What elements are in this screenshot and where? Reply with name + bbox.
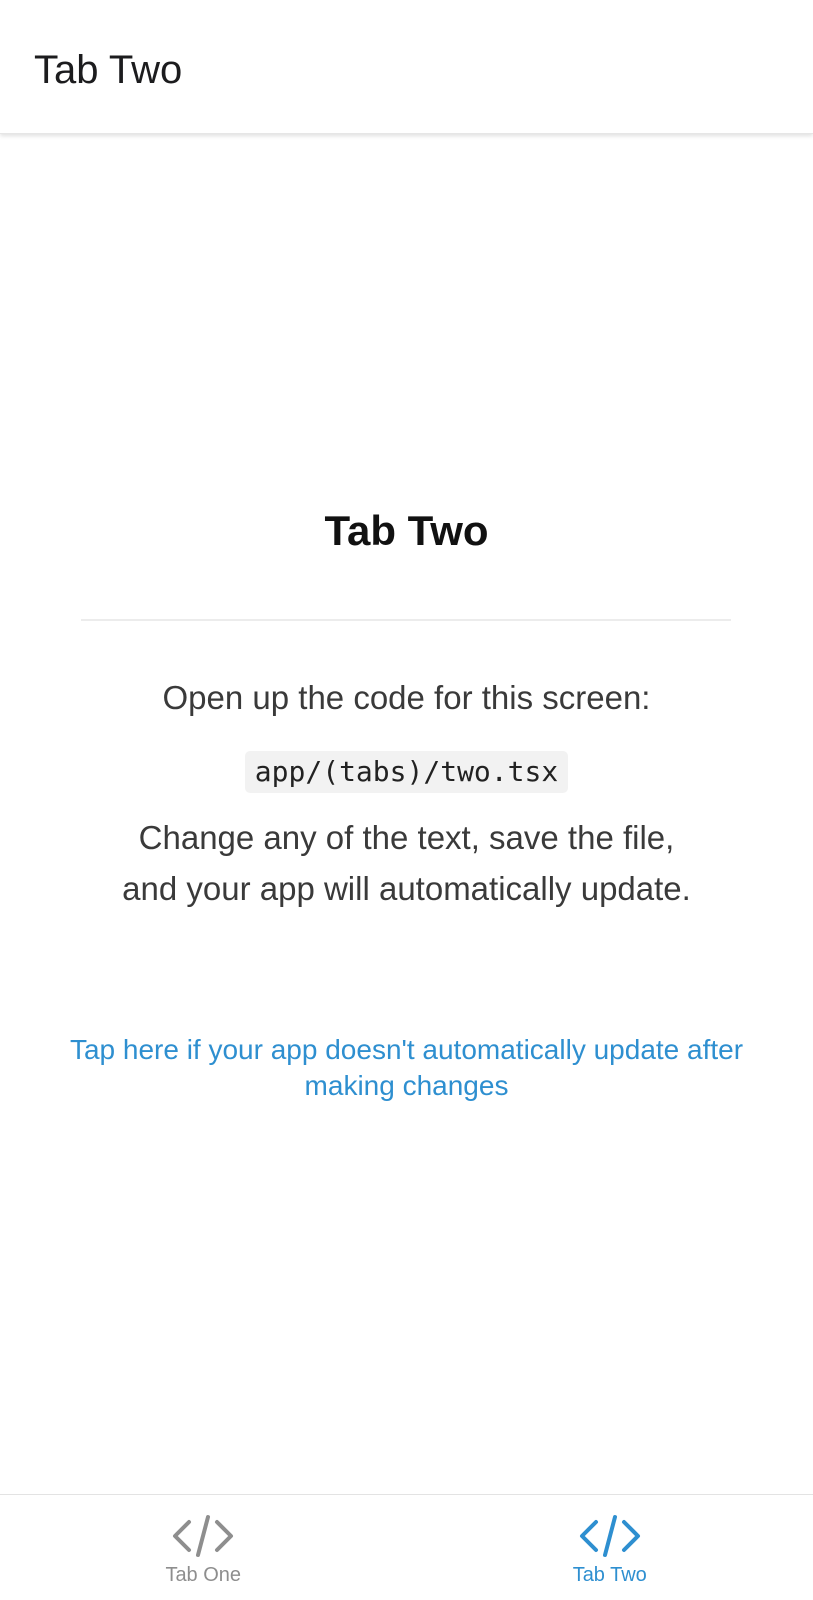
tab-two-label: Tab Two xyxy=(572,1564,647,1586)
tab-two[interactable]: Tab Two xyxy=(407,1495,813,1600)
code-icon xyxy=(578,1513,642,1559)
description-text: Change any of the text, save the file, a… xyxy=(122,819,691,907)
header-title: Tab Two xyxy=(34,48,183,92)
code-icon xyxy=(171,1513,235,1559)
code-path-container: app/(tabs)/two.tsx xyxy=(0,751,813,793)
main-content: Tab Two Open up the code for this screen… xyxy=(0,134,813,1494)
separator xyxy=(81,619,731,621)
page-title: Tab Two xyxy=(324,507,489,554)
tab-one-label: Tab One xyxy=(165,1564,242,1586)
code-path: app/(tabs)/two.tsx xyxy=(244,751,569,793)
intro-text: Open up the code for this screen: xyxy=(162,679,651,716)
help-link[interactable]: Tap here if your app doesn't automatical… xyxy=(30,1032,783,1104)
app-screen: Tab Two Tab Two Open up the code for thi… xyxy=(0,0,813,1600)
navigation-header: Tab Two xyxy=(0,0,813,134)
tab-bar: Tab One Tab Two xyxy=(0,1494,813,1600)
tab-one[interactable]: Tab One xyxy=(0,1495,407,1600)
